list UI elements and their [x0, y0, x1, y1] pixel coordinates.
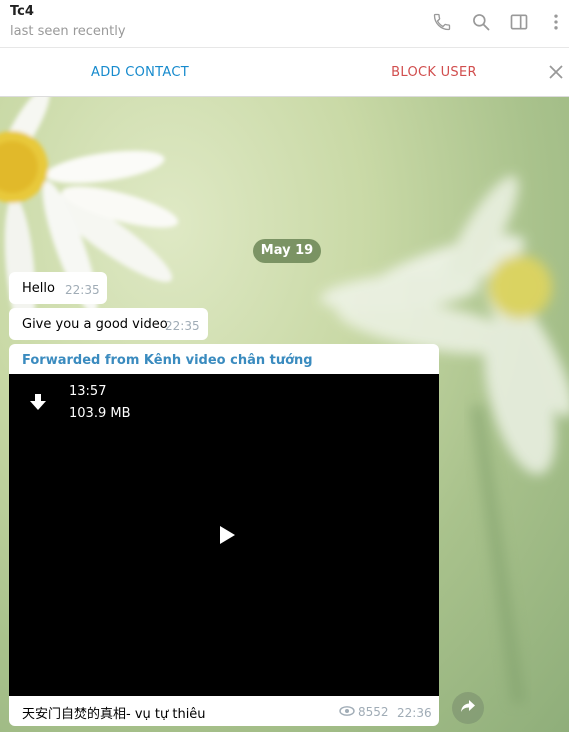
add-contact-button[interactable]: ADD CONTACT: [40, 65, 240, 80]
message-bubble[interactable]: Give you a good video 22:35: [9, 308, 208, 340]
chat-header: Tc4 last seen recently: [0, 0, 569, 48]
view-count: 8552: [339, 705, 389, 719]
view-count-value: 8552: [358, 705, 389, 719]
close-icon[interactable]: [546, 62, 566, 82]
sidebar-toggle-icon[interactable]: [507, 10, 531, 34]
play-icon[interactable]: [217, 524, 237, 546]
video-caption: 天安门自焚的真相- vụ tự thiêu: [22, 707, 206, 722]
phone-icon[interactable]: [430, 10, 454, 34]
forwarded-from-label[interactable]: Forwarded from Kênh video chân tướng: [22, 353, 313, 368]
date-separator: May 19: [253, 239, 321, 263]
message-time: 22:35: [165, 319, 200, 333]
message-text: Give you a good video: [22, 317, 168, 332]
video-duration: 13:57: [69, 384, 107, 399]
chat-status: last seen recently: [10, 24, 126, 39]
video-size: 103.9 MB: [69, 406, 131, 421]
more-icon[interactable]: [544, 10, 568, 34]
message-text: Hello: [22, 281, 55, 296]
chat-title[interactable]: Tc4: [10, 4, 34, 19]
message-time: 22:35: [65, 283, 100, 297]
block-user-button[interactable]: BLOCK USER: [334, 65, 534, 80]
share-button[interactable]: [452, 692, 484, 724]
contact-action-bar: ADD CONTACT BLOCK USER: [0, 48, 569, 97]
share-icon: [460, 699, 476, 717]
forwarded-video-message[interactable]: Forwarded from Kênh video chân tướng 13:…: [9, 344, 439, 726]
eye-icon: [339, 705, 355, 719]
chat-wallpaper: May 19 Hello 22:35 Give you a good video…: [0, 97, 569, 732]
video-player[interactable]: 13:57 103.9 MB: [9, 374, 439, 696]
message-time: 22:36: [397, 706, 432, 720]
message-bubble[interactable]: Hello 22:35: [9, 272, 107, 304]
search-icon[interactable]: [469, 10, 493, 34]
download-icon[interactable]: [29, 392, 47, 414]
